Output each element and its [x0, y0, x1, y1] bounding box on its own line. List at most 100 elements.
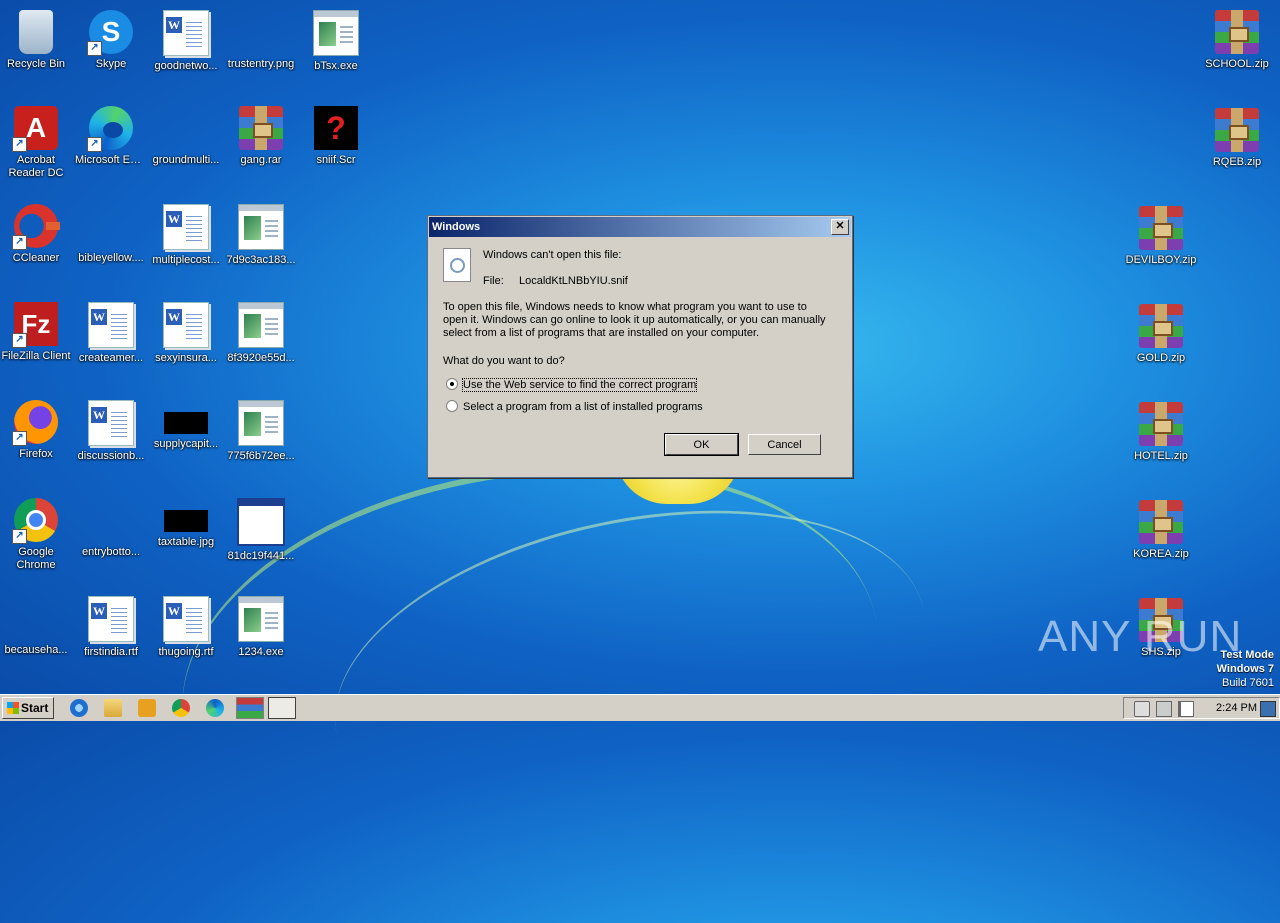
start-label: Start — [21, 701, 49, 715]
filezilla-icon: Fz ↗ — [12, 302, 58, 348]
icon-label: groundmulti... — [152, 154, 220, 166]
radio-installed-programs[interactable]: Select a program from a list of installe… — [446, 400, 703, 413]
file-icon — [89, 204, 133, 248]
icon-label: taxtable.jpg — [157, 536, 215, 548]
recycle-bin-icon — [19, 10, 53, 54]
icon-label: FileZilla Client — [1, 350, 71, 362]
taskbar: Start 2:24 PM — [0, 694, 1280, 721]
desktop-icon-becauseha[interactable]: becauseha... — [0, 586, 74, 657]
winrar-archive-icon — [1139, 402, 1183, 446]
icon-label: Google Chrome — [16, 546, 56, 571]
icon-label: bibleyellow.... — [78, 252, 144, 264]
dialog-description: To open this file, Windows needs to know… — [443, 301, 826, 339]
dialog-titlebar[interactable]: Windows ✕ — [429, 217, 851, 237]
desktop-icon-gang[interactable]: gang.rar — [223, 96, 299, 167]
edge-icon: ↗ — [87, 106, 133, 152]
desktop-icon-entrybotto[interactable]: entrybotto... — [73, 488, 149, 559]
desktop-icon-discussionb[interactable]: W discussionb... — [73, 390, 149, 463]
edge-icon[interactable] — [206, 699, 224, 717]
winrar-archive-icon — [1215, 108, 1259, 152]
desktop-icon-7d9c3ac183[interactable]: 7d9c3ac183... — [223, 194, 299, 267]
radio-label: Select a program from a list of installe… — [463, 401, 703, 413]
winrar-icon[interactable] — [236, 697, 264, 719]
test-mode-notice: Test Mode Windows 7 Build 7601 — [1217, 648, 1274, 690]
desktop-icon-school[interactable]: SCHOOL.zip — [1199, 0, 1275, 71]
exe-icon — [238, 204, 284, 250]
start-button[interactable]: Start — [2, 697, 54, 719]
desktop-icon-trustentry[interactable]: trustentry.png — [223, 0, 299, 71]
desktop-icon-1234[interactable]: 1234.exe — [223, 586, 299, 659]
icon-label: trustentry.png — [227, 58, 295, 70]
exe-icon — [238, 302, 284, 348]
desktop-icon-goodnetwork[interactable]: W goodnetwo... — [148, 0, 224, 73]
desktop-icon-firefox[interactable]: ↗ Firefox — [0, 390, 74, 461]
desktop-icon-btsx[interactable]: bTsx.exe — [298, 0, 374, 73]
desktop-icon-sniif[interactable]: ? sniif.Scr — [298, 96, 374, 167]
radio-button-selected[interactable] — [446, 378, 458, 390]
desktop-icon-bibleyellow[interactable]: bibleyellow.... — [73, 194, 149, 265]
taskbar-clock[interactable]: 2:24 PM — [1216, 698, 1257, 718]
unknown-file-icon: ? — [314, 106, 358, 150]
media-player-icon[interactable] — [138, 699, 156, 717]
notepad-icon[interactable] — [268, 697, 296, 719]
exe-icon — [313, 10, 359, 56]
desktop-icon-rqeb[interactable]: RQEB.zip — [1199, 98, 1275, 169]
radio-web-service[interactable]: Use the Web service to find the correct … — [446, 378, 698, 392]
desktop-icon-sexyinsura[interactable]: W sexyinsura... — [148, 292, 224, 365]
magnifier-document-icon — [443, 248, 471, 282]
volume-icon[interactable] — [1134, 701, 1150, 717]
desktop-icon-supplycapit[interactable]: supplycapit... — [148, 390, 224, 451]
desktop-icon-taxtable[interactable]: taxtable.jpg — [148, 488, 224, 549]
ok-button[interactable]: OK — [665, 434, 738, 455]
desktop-icon-skype[interactable]: S ↗ Skype — [73, 0, 149, 71]
icon-label: Firefox — [19, 448, 53, 460]
desktop-icon-edge[interactable]: ↗ Microsoft Edge — [73, 96, 149, 167]
icon-label: bTsx.exe — [314, 60, 358, 72]
test-mode-line: Windows 7 — [1216, 663, 1274, 675]
dialog-question: What do you want to do? — [443, 355, 565, 367]
close-button[interactable]: ✕ — [831, 219, 849, 235]
icon-label: CCleaner — [12, 252, 60, 264]
icon-label: DEVILBOY.zip — [1125, 254, 1197, 266]
desktop-icon-groundmulti[interactable]: groundmulti... — [148, 96, 224, 167]
desktop-icon-acrobat[interactable]: A ↗ Acrobat Reader DC — [0, 96, 74, 180]
radio-button[interactable] — [446, 400, 458, 412]
icon-label: 1234.exe — [238, 646, 284, 658]
cancel-button[interactable]: Cancel — [748, 434, 821, 455]
action-center-flag-icon[interactable] — [1178, 701, 1194, 717]
desktop-icon-ccleaner[interactable]: ↗ CCleaner — [0, 194, 74, 265]
show-desktop-icon[interactable] — [1260, 701, 1276, 717]
test-mode-line: Test Mode — [1220, 649, 1274, 661]
desktop-icon-775f6b72ee[interactable]: 775f6b72ee... — [223, 390, 299, 463]
explorer-icon[interactable] — [104, 699, 122, 717]
dialog-heading: Windows can't open this file: — [483, 249, 622, 261]
desktop-icon-recycle-bin[interactable]: Recycle Bin — [0, 0, 74, 71]
desktop-icon-81dc19f441[interactable]: 81dc19f441... — [223, 488, 299, 563]
icon-label: sniif.Scr — [316, 154, 356, 166]
winrar-archive-icon — [239, 106, 283, 150]
desktop-icon-chrome[interactable]: ↗ Google Chrome — [0, 488, 74, 572]
internet-explorer-icon[interactable] — [70, 699, 88, 717]
desktop-icon-devilboy[interactable]: DEVILBOY.zip — [1123, 196, 1199, 267]
desktop-icon-thugoing[interactable]: W thugoing.rtf — [148, 586, 224, 659]
desktop-icon-8f3920e55d[interactable]: 8f3920e55d... — [223, 292, 299, 365]
desktop-icon-korea[interactable]: KOREA.zip — [1123, 490, 1199, 561]
desktop-icon-firstindia[interactable]: W firstindia.rtf — [73, 586, 149, 659]
network-icon[interactable] — [1156, 701, 1172, 717]
test-mode-line: Build 7601 — [1222, 677, 1274, 689]
icon-label: KOREA.zip — [1133, 548, 1189, 560]
icon-label: GOLD.zip — [1136, 352, 1186, 364]
radio-label: Use the Web service to find the correct … — [461, 378, 698, 392]
file-label: File: — [483, 275, 504, 287]
desktop-icon-gold[interactable]: GOLD.zip — [1123, 294, 1199, 365]
icon-label: Recycle Bin — [6, 58, 66, 70]
exe-icon — [238, 400, 284, 446]
desktop-icon-multiplecost[interactable]: W multiplecost... — [148, 194, 224, 267]
desktop-icon-createamer[interactable]: W createamer... — [73, 292, 149, 365]
system-tray: 2:24 PM — [1123, 697, 1280, 719]
desktop-icon-filezilla[interactable]: Fz ↗ FileZilla Client — [0, 292, 74, 363]
desktop-icon-hotel[interactable]: HOTEL.zip — [1123, 392, 1199, 463]
image-file-icon — [164, 412, 208, 434]
winrar-archive-icon — [1139, 500, 1183, 544]
chrome-icon[interactable] — [172, 699, 190, 717]
